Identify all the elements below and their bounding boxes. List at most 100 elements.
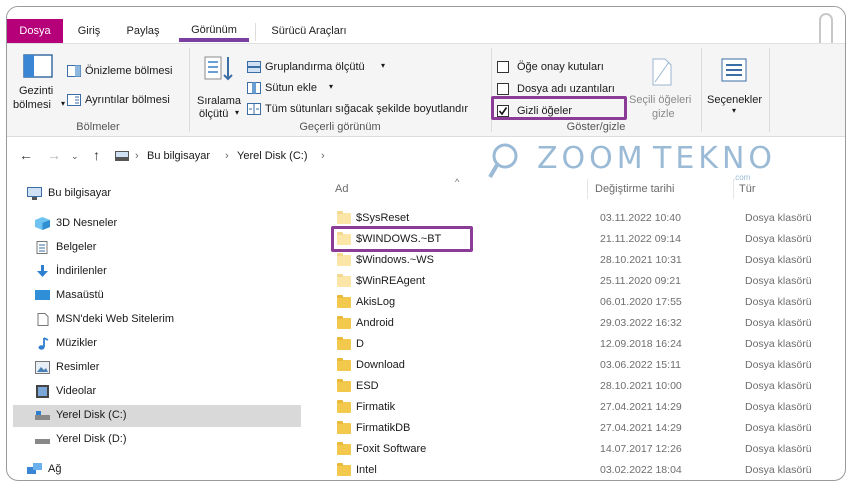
tree-item-label: Bu bilgisayar: [48, 187, 111, 199]
list-item[interactable]: Download 03.06.2022 15:11 Dosya klasörü: [327, 355, 842, 376]
file-date: 14.07.2017 12:26: [600, 443, 682, 455]
navigation-pane-button[interactable]: Gezinti bölmesi ▾: [13, 50, 65, 120]
tree-item-drive-c[interactable]: Yerel Disk (C:): [13, 405, 301, 427]
tree-item-videos[interactable]: Videolar: [25, 381, 315, 403]
magnifier-icon: [488, 143, 518, 179]
list-item[interactable]: D 12.09.2018 16:24 Dosya klasörü: [327, 334, 842, 355]
sort-ascending-icon: ^: [455, 177, 460, 187]
sort-by-button[interactable]: Sıralama ölçütü ▾: [193, 50, 245, 120]
file-name: Android: [356, 317, 394, 329]
options-icon: [721, 58, 747, 82]
tree-item-music[interactable]: Müzikler: [25, 333, 315, 355]
file-name: FirmatikDB: [356, 422, 411, 434]
file-type: Dosya klasörü: [745, 401, 812, 413]
file-date: 28.10.2021 10:31: [600, 254, 682, 266]
group-by-icon: [247, 61, 261, 73]
breadcrumb-separator: ›: [321, 150, 325, 162]
recent-chevron-icon[interactable]: ⌄: [71, 151, 79, 162]
tree-item-3d-objects[interactable]: 3D Nesneler: [25, 213, 315, 235]
tab-view[interactable]: Görünüm: [179, 20, 249, 42]
hide-selected-button[interactable]: Seçili öğeleri gizle: [627, 54, 701, 120]
tree-item-label: Resimler: [56, 361, 100, 373]
hidden-items-highlight: [491, 96, 627, 120]
tree-item-label: İndirilenler: [56, 265, 107, 277]
tree-item-label: Ağ: [48, 463, 62, 475]
sort-icon: [204, 56, 233, 81]
folder-icon: [337, 421, 351, 434]
tree-item-pictures[interactable]: Resimler: [25, 357, 315, 379]
item-checkboxes-toggle[interactable]: Öğe onay kutuları: [497, 58, 627, 76]
file-name: ESD: [356, 380, 379, 392]
list-item[interactable]: Firmatik 27.04.2021 14:29 Dosya klasörü: [327, 397, 842, 418]
column-header-type[interactable]: Tür: [739, 183, 756, 195]
add-column-button[interactable]: Sütun ekle ▾: [247, 79, 347, 97]
up-arrow-icon[interactable]: ↑: [93, 147, 100, 163]
computer-icon: [115, 151, 129, 161]
tree-item-msn-sites[interactable]: MSN'deki Web Sitelerim: [25, 309, 315, 331]
tab-file[interactable]: Dosya: [7, 19, 63, 43]
navigation-pane-label-1: Gezinti: [19, 85, 54, 97]
list-item[interactable]: Foxit Software 14.07.2017 12:26 Dosya klas…: [327, 439, 842, 460]
list-item[interactable]: AkisLog 06.01.2020 17:55 Dosya klasörü: [327, 292, 842, 313]
item-checkboxes-checkbox[interactable]: [497, 61, 509, 73]
list-item[interactable]: $Windows.~WS 28.10.2021 10:31 Dosya klasör…: [327, 250, 842, 271]
tree-item-desktop[interactable]: Masaüstü: [25, 285, 315, 307]
tree-item-drive-d[interactable]: Yerel Disk (D:): [25, 429, 315, 451]
file-date: 03.06.2022 15:11: [600, 359, 681, 371]
breadcrumb-this-pc[interactable]: Bu bilgisayar: [147, 150, 210, 162]
cube-icon: [35, 217, 50, 230]
list-item[interactable]: FirmatikDB 27.04.2021 14:29 Dosya klasörü: [327, 418, 842, 439]
group-by-label: Gruplandırma ölçütü: [265, 61, 365, 73]
music-icon: [38, 337, 49, 350]
fit-columns-icon: [247, 103, 261, 115]
drive-icon: [35, 439, 50, 444]
tree-item-label: Masaüstü: [56, 289, 104, 301]
video-icon: [36, 385, 49, 398]
sort-label-2: ölçütü: [199, 108, 229, 120]
folder-icon: [337, 442, 351, 455]
sort-label-1: Sıralama: [197, 95, 242, 107]
tree-item-documents[interactable]: Belgeler: [25, 237, 315, 259]
file-date: 03.11.2022 10:40: [600, 212, 681, 224]
list-item[interactable]: $WinREAgent 25.11.2020 09:21 Dosya klasörü: [327, 271, 842, 292]
preview-pane-button[interactable]: Önizleme bölmesi: [67, 62, 185, 80]
item-checkboxes-label: Öğe onay kutuları: [517, 61, 604, 73]
network-icon: [27, 463, 42, 474]
navigation-pane-icon: [23, 54, 53, 78]
file-name: $WinREAgent: [356, 275, 426, 287]
current-view-group-label: Geçerli görünüm: [299, 121, 381, 133]
file-date: 29.03.2022 16:32: [600, 317, 682, 329]
list-item[interactable]: Intel 03.02.2022 18:04 Dosya klasörü: [327, 460, 842, 480]
group-by-button[interactable]: Gruplandırma ölçütü ▾: [247, 58, 397, 76]
breadcrumb-drive[interactable]: Yerel Disk (C:): [237, 150, 308, 162]
forward-arrow-icon[interactable]: →: [47, 147, 61, 163]
chevron-down-icon: ▾: [381, 61, 386, 70]
desktop-icon: [35, 290, 50, 300]
list-item[interactable]: ESD 28.10.2021 10:00 Dosya klasörü: [327, 376, 842, 397]
tab-home[interactable]: Giriş: [69, 20, 109, 42]
tree-item-this-pc[interactable]: Bu bilgisayar: [17, 183, 307, 205]
list-item[interactable]: Android 29.03.2022 16:32 Dosya klasörü: [327, 313, 842, 334]
column-header-name[interactable]: Ad: [335, 183, 348, 195]
tab-drive-tools[interactable]: Sürücü Araçları: [261, 20, 357, 42]
tree-item-network[interactable]: Ağ: [17, 459, 307, 480]
details-pane-button[interactable]: Ayrıntılar bölmesi: [67, 91, 185, 109]
file-type: Dosya klasörü: [745, 212, 812, 224]
details-pane-icon: [67, 94, 81, 106]
tab-share[interactable]: Paylaş: [121, 20, 165, 42]
file-extensions-checkbox[interactable]: [497, 83, 509, 95]
tree-item-downloads[interactable]: İndirilenler: [25, 261, 315, 283]
file-date: 06.01.2020 17:55: [600, 296, 682, 308]
file-type: Dosya klasörü: [745, 359, 812, 371]
file-name: D: [356, 338, 364, 350]
options-button[interactable]: Seçenekler ▾: [705, 54, 765, 118]
address-bar[interactable]: › Bu bilgisayar › Yerel Disk (C:) ›: [111, 143, 471, 169]
back-arrow-icon[interactable]: ←: [19, 147, 33, 163]
file-date: 03.02.2022 18:04: [600, 464, 682, 476]
file-date: 12.09.2018 16:24: [600, 338, 682, 350]
column-header-modified[interactable]: Değiştirme tarihi: [595, 183, 674, 195]
fit-columns-button[interactable]: Tüm sütunları sığacak şekilde boyutlandı…: [247, 100, 487, 118]
folder-icon: [337, 211, 351, 224]
add-column-icon: [247, 82, 261, 94]
file-type: Dosya klasörü: [745, 443, 812, 455]
